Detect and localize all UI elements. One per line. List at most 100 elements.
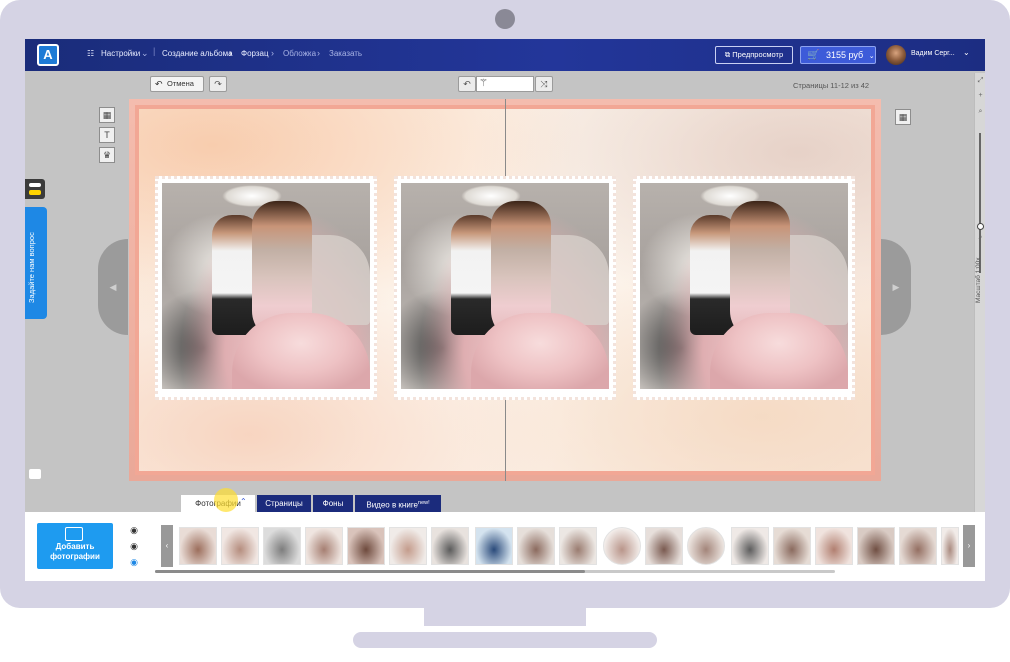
photo-thumbnail[interactable]	[645, 527, 683, 565]
redo-button[interactable]: ↷	[209, 76, 227, 92]
photo-thumbnail[interactable]	[389, 527, 427, 565]
cart-price: 3155 руб	[826, 50, 864, 60]
eye-icon[interactable]: ◉	[128, 558, 140, 567]
settings-icon[interactable]: ☷	[87, 49, 94, 58]
chevron-right-icon: ›	[967, 541, 971, 550]
eye-icon[interactable]: ◉	[128, 542, 140, 551]
new-badge: new!	[418, 500, 430, 506]
monitor-frame: A ☷ Настройки ⌄ | Создание альбома › Фор…	[0, 0, 1010, 608]
monitor-stand-neck	[424, 608, 586, 626]
photo-thumbnail[interactable]	[263, 527, 301, 565]
undo-button[interactable]: ↶ Отмена	[150, 76, 204, 92]
photo-thumbnail[interactable]	[731, 527, 769, 565]
redo-icon: ↷	[214, 79, 222, 89]
next-spread-button[interactable]: ▶	[881, 239, 911, 335]
photo-thumbnail[interactable]	[179, 527, 217, 565]
strip-next-button[interactable]: ›	[963, 525, 975, 567]
preview-button[interactable]: ⧉ Предпросмотр	[715, 46, 793, 64]
photo-thumbnail[interactable]	[517, 527, 555, 565]
shuffle-icon: ⤨	[540, 79, 548, 89]
eye-icon[interactable]: ◉	[128, 526, 140, 535]
chevron-left-icon: ‹	[165, 541, 169, 550]
couple-photo	[401, 183, 609, 389]
chevron-down-icon: ⌄	[868, 53, 875, 60]
shuffle-button[interactable]: ⤨	[535, 76, 553, 92]
settings-menu[interactable]: Настройки	[101, 49, 140, 58]
user-name[interactable]: Вадим Серг...	[911, 50, 955, 57]
strip-scroll-thumb[interactable]	[155, 570, 585, 573]
magic-wand-icon: ⚚	[479, 78, 488, 89]
zoom-slider-track[interactable]	[979, 133, 981, 273]
undo-icon: ↶	[155, 79, 163, 89]
rotate-left-button[interactable]: ↶	[458, 76, 476, 92]
layout-icon: ▦	[102, 110, 112, 120]
user-avatar[interactable]	[886, 45, 906, 65]
photo-thumbnail[interactable]	[305, 527, 343, 565]
photo-thumbnail[interactable]	[899, 527, 937, 565]
chevron-down-icon: ⌄	[141, 48, 149, 58]
text-tool-button[interactable]: T	[99, 127, 115, 143]
undo-icon: ↶	[463, 79, 471, 89]
photo-thumbnail[interactable]	[475, 527, 513, 565]
photo-thumbnail[interactable]	[815, 527, 853, 565]
fullscreen-icon[interactable]: ⤢	[976, 76, 985, 85]
layout-icon: ▦	[898, 112, 908, 122]
zoom-in-icon[interactable]: +	[976, 91, 985, 100]
crown-icon: ♛	[102, 150, 112, 160]
couple-photo	[162, 183, 370, 389]
right-page-layout-button[interactable]: ▦	[895, 109, 911, 125]
previous-spread-button[interactable]: ◀	[98, 239, 128, 335]
tab-pages[interactable]: Страницы	[257, 495, 311, 512]
zoom-label: Масштаб 1:00x	[975, 257, 982, 303]
add-photos-button[interactable]: Добавить фотографии	[37, 523, 113, 569]
app-screen: A ☷ Настройки ⌄ | Создание альбома › Фор…	[25, 39, 985, 581]
webcam-dot	[495, 9, 515, 29]
photo-thumbnail[interactable]	[347, 527, 385, 565]
photo-slot-2[interactable]	[394, 176, 616, 400]
app-logo[interactable]: A	[37, 44, 59, 66]
breadcrumb-order[interactable]: Заказать	[329, 49, 362, 58]
text-icon: T	[104, 130, 110, 140]
strip-scrollbar[interactable]	[155, 570, 835, 573]
cursor-highlight	[214, 488, 238, 512]
background-picker-field[interactable]: ⚚	[476, 76, 534, 92]
nav-divider: |	[153, 46, 156, 56]
photo-slot-3[interactable]	[633, 176, 855, 400]
photo-thumbnail[interactable]	[687, 527, 725, 565]
photo-thumbnail[interactable]	[857, 527, 895, 565]
layout-tool-button[interactable]: ▦	[99, 107, 115, 123]
ask-question-label: Задайте нам вопрос	[27, 232, 36, 303]
strip-prev-button[interactable]: ‹	[161, 525, 173, 567]
tab-backgrounds[interactable]: Фоны	[313, 495, 353, 512]
couple-photo	[640, 183, 848, 389]
photo-thumbnail[interactable]	[941, 527, 959, 565]
chevron-right-icon: ▶	[892, 282, 900, 292]
zoom-slider-handle[interactable]	[977, 223, 984, 230]
cart-icon: 🛒	[807, 50, 820, 61]
photo-thumbnail[interactable]	[773, 527, 811, 565]
zoom-panel: ⤢ + ⌕ ⌕ Масштаб 1:00x	[974, 73, 985, 513]
monitor-stand-base	[353, 632, 657, 648]
chevron-up-icon[interactable]: ⌃	[240, 497, 247, 506]
toggle-bar	[29, 183, 41, 187]
zoom-search-icon[interactable]: ⌕	[976, 107, 985, 116]
cart-button[interactable]: 🛒 3155 руб ⌄	[800, 46, 876, 64]
decor-tool-button[interactable]: ♛	[99, 147, 115, 163]
widget-toggle[interactable]	[25, 179, 45, 199]
photo-thumbnail[interactable]	[431, 527, 469, 565]
tab-video[interactable]: Видео в книгеnew!	[355, 495, 441, 512]
zoom-out-icon[interactable]: ⌕	[976, 233, 985, 242]
breadcrumb-endpaper[interactable]: Форзац	[241, 49, 269, 58]
photo-thumbnail[interactable]	[221, 527, 259, 565]
top-navigation-bar: A ☷ Настройки ⌄ | Создание альбома › Фор…	[25, 39, 985, 71]
photo-thumbnail[interactable]	[603, 527, 641, 565]
photo-thumbnail[interactable]	[559, 527, 597, 565]
chevron-left-icon: ◀	[109, 282, 117, 292]
chevron-down-icon[interactable]: ⌄	[963, 48, 970, 57]
photo-slot-1[interactable]	[155, 176, 377, 400]
breadcrumb-create-album[interactable]: Создание альбома	[162, 49, 233, 58]
breadcrumb-cover[interactable]: Обложка	[283, 49, 316, 58]
ask-question-tab[interactable]: Задайте нам вопрос	[25, 207, 47, 479]
add-photo-icon	[65, 527, 83, 541]
chevron-right-icon: ›	[229, 48, 232, 58]
